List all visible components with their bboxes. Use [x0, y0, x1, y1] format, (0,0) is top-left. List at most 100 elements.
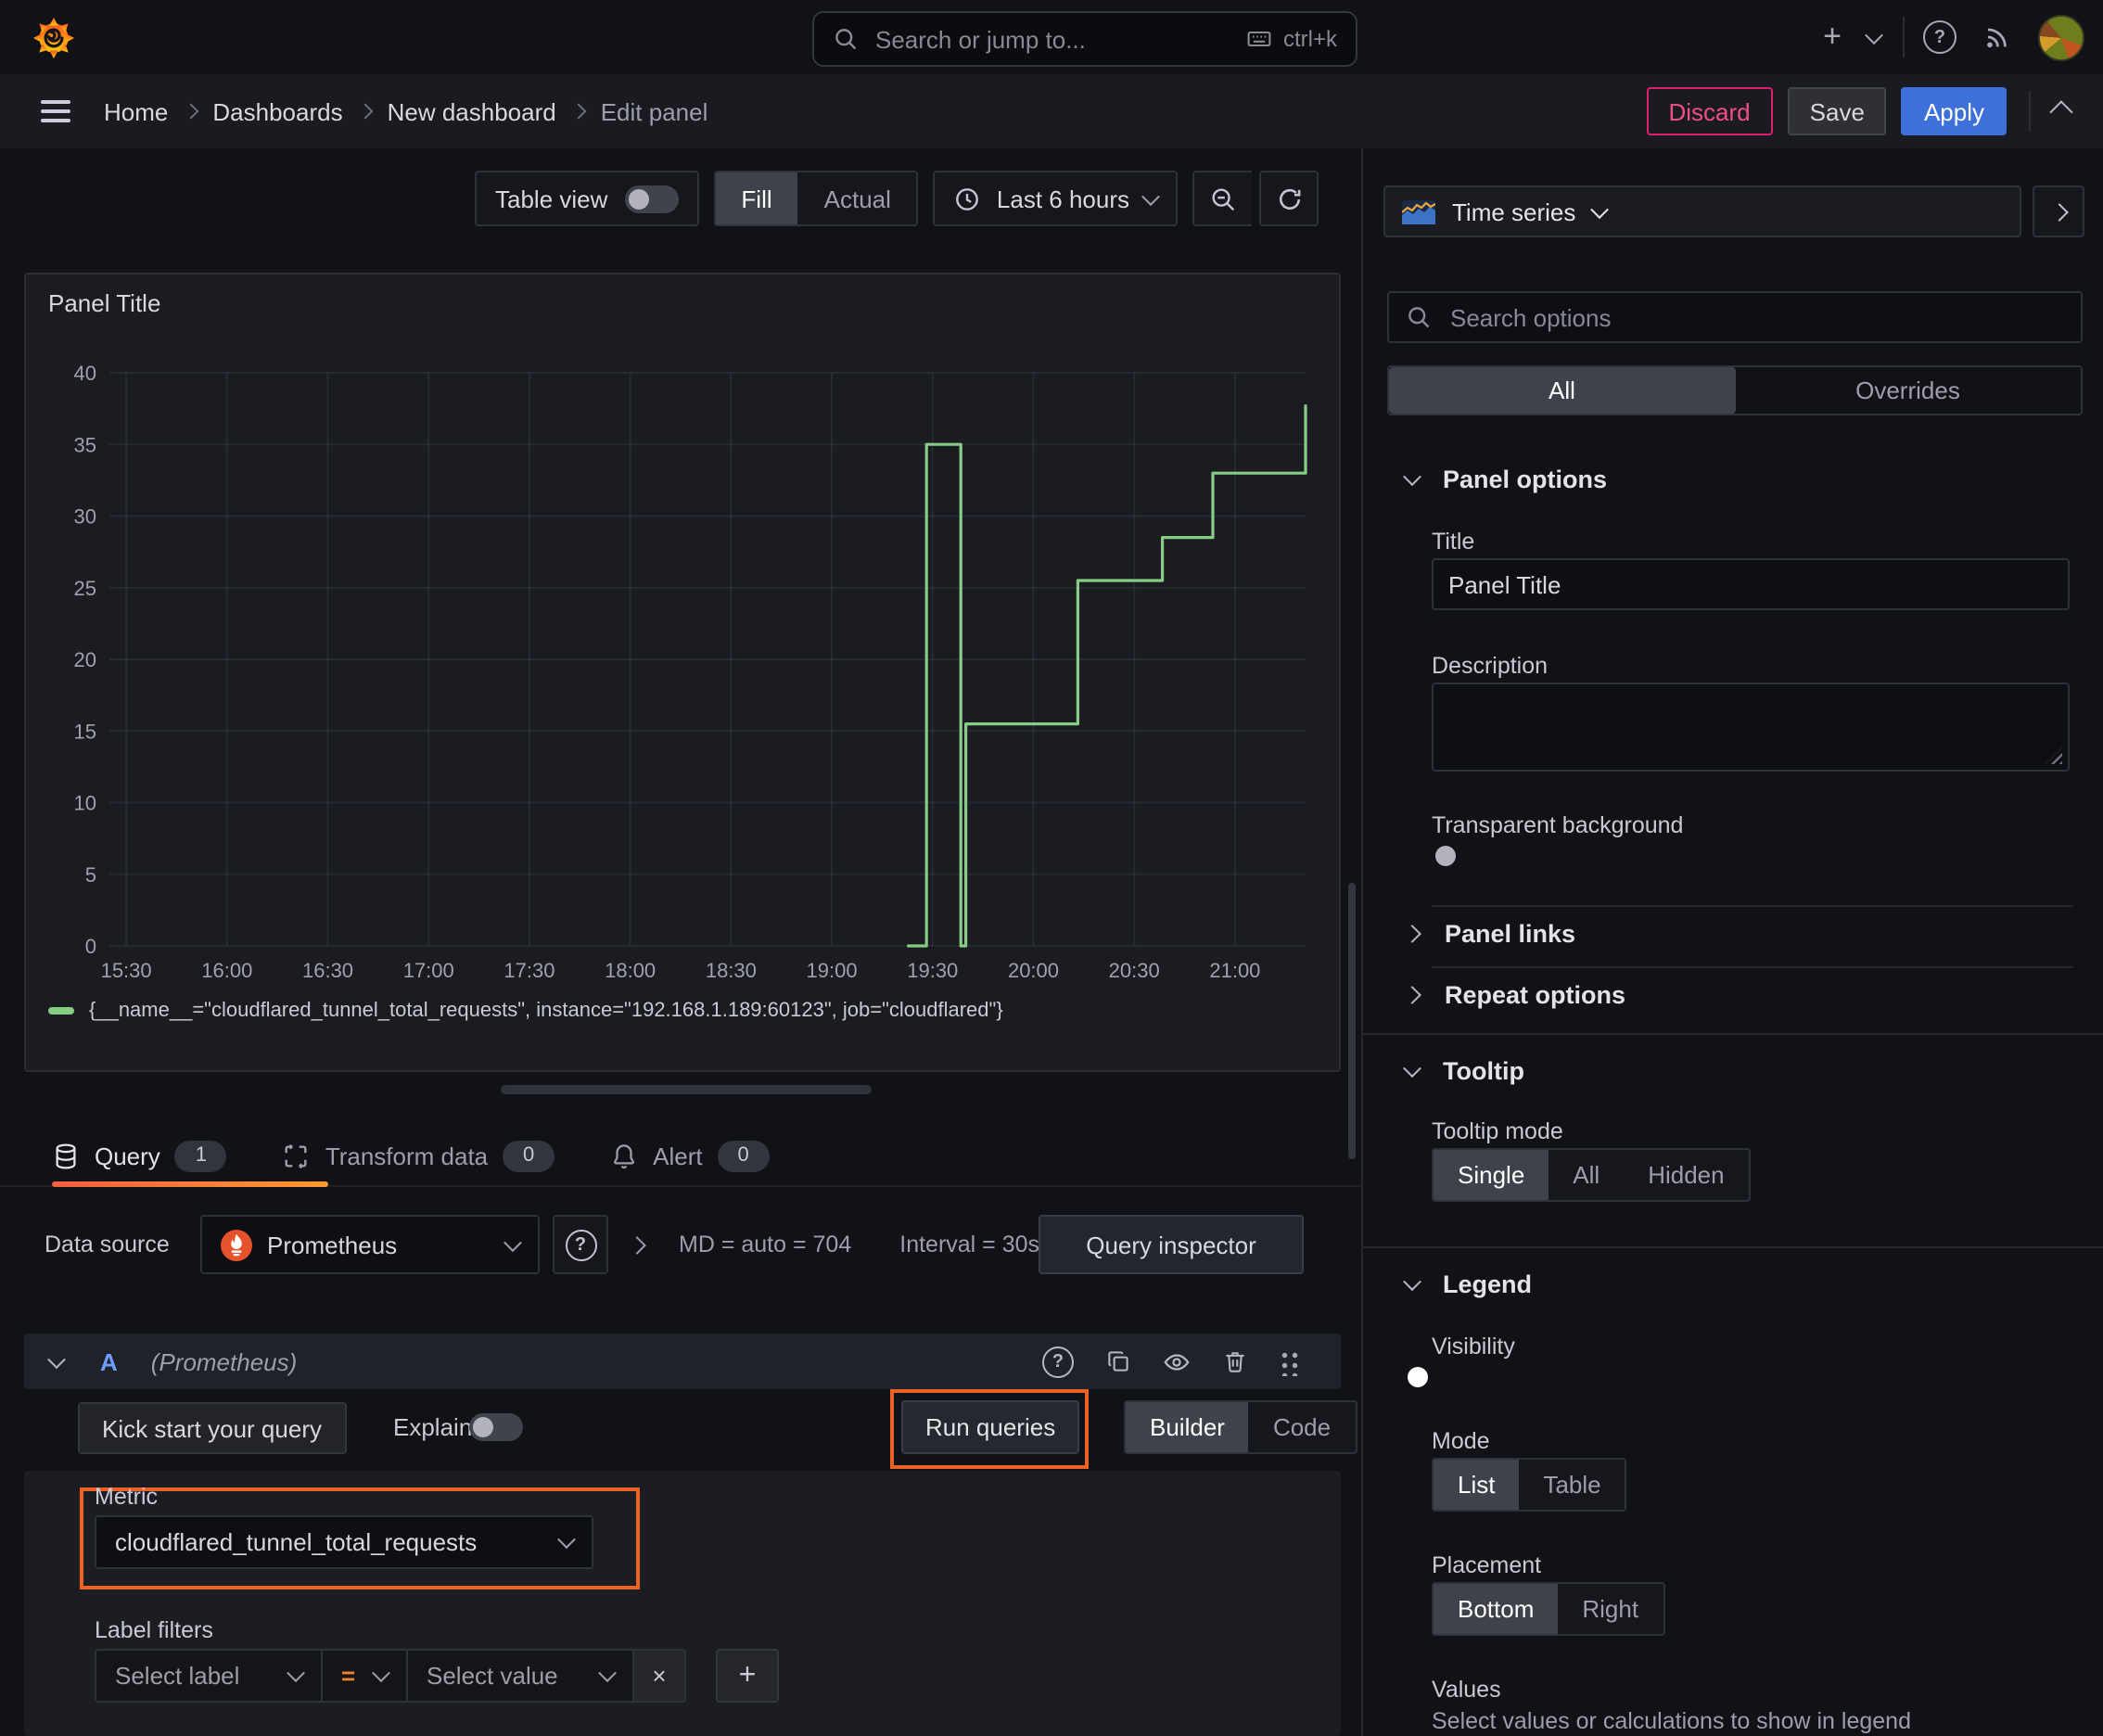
legend-section-header[interactable]: Legend: [1403, 1270, 1532, 1298]
search-input[interactable]: [872, 23, 1231, 55]
panel-options-section-header[interactable]: Panel options: [1403, 466, 1607, 493]
collapse-pane-button[interactable]: [2033, 185, 2084, 237]
query-stats: MD = auto = 704 Interval = 30s: [679, 1215, 1039, 1274]
query-datasource-name: (Prometheus): [150, 1347, 298, 1375]
panel-resize-handle[interactable]: [501, 1085, 872, 1094]
series-color-icon: [48, 1007, 74, 1015]
placement-label: Placement: [1432, 1552, 1542, 1578]
label-filter-row: Select label = Select value × +: [95, 1649, 779, 1703]
add-chevron-icon[interactable]: [1865, 25, 1883, 45]
tab-transform-data[interactable]: Transform data 0: [283, 1126, 555, 1185]
tooltip-all-option[interactable]: All: [1549, 1150, 1624, 1200]
transparent-bg-label: Transparent background: [1432, 812, 1684, 838]
table-view-label: Table view: [495, 185, 608, 212]
select-value-dropdown[interactable]: Select value: [408, 1649, 634, 1703]
code-option[interactable]: Code: [1249, 1402, 1355, 1452]
query-row-header[interactable]: A (Prometheus) ?: [24, 1334, 1341, 1389]
select-label-dropdown[interactable]: Select label: [95, 1649, 323, 1703]
chevron-down-icon: [287, 1664, 305, 1683]
refresh-button[interactable]: [1259, 171, 1319, 226]
query-inspector-button[interactable]: Query inspector: [1039, 1215, 1304, 1274]
svg-text:20: 20: [74, 648, 96, 671]
breadcrumb-dashboards[interactable]: Dashboards: [212, 97, 342, 125]
time-series-chart: 0 5 10 15 20 25 30 35 40 15:30 16:00 16:30 17:00 17:3…: [74, 362, 1307, 982]
save-button[interactable]: Save: [1787, 87, 1887, 135]
panel-title[interactable]: Panel Title: [48, 289, 160, 317]
tab-alert[interactable]: Alert 0: [610, 1126, 770, 1185]
database-icon: [52, 1142, 80, 1169]
fill-option[interactable]: Fill: [715, 172, 798, 224]
delete-query-icon[interactable]: [1222, 1348, 1248, 1374]
remove-filter-button[interactable]: ×: [634, 1649, 686, 1703]
breadcrumb-home[interactable]: Home: [104, 97, 168, 125]
operator-dropdown[interactable]: =: [323, 1649, 408, 1703]
repeat-options-section-header[interactable]: Repeat options: [1403, 981, 1625, 1009]
breadcrumb-separator-icon: [570, 103, 587, 120]
tab-all[interactable]: All: [1389, 367, 1735, 414]
grafana-logo-icon[interactable]: [30, 14, 78, 60]
global-search: ctrl+k: [812, 11, 1357, 67]
breadcrumb: Home Dashboards New dashboard Edit panel: [104, 97, 707, 125]
breadcrumb-separator-icon: [357, 103, 374, 120]
datasource-picker[interactable]: Prometheus: [200, 1215, 540, 1274]
placement-bottom-option[interactable]: Bottom: [1434, 1584, 1559, 1634]
add-filter-button[interactable]: +: [716, 1649, 779, 1703]
datasource-help-button[interactable]: ?: [553, 1215, 608, 1274]
active-tab-underline: [52, 1181, 328, 1187]
mode-table-option[interactable]: Table: [1519, 1460, 1625, 1510]
explain-toggle[interactable]: [469, 1413, 523, 1441]
apply-button[interactable]: Apply: [1901, 87, 2007, 135]
metric-select[interactable]: cloudflared_tunnel_total_requests: [95, 1515, 593, 1569]
mode-list-option[interactable]: List: [1434, 1460, 1520, 1510]
visualization-picker[interactable]: Time series: [1383, 185, 2021, 237]
panel-links-section-header[interactable]: Panel links: [1403, 920, 1575, 948]
tooltip-section-header[interactable]: Tooltip: [1403, 1057, 1524, 1085]
query-count-badge: 1: [174, 1140, 227, 1171]
avatar[interactable]: [2038, 14, 2084, 60]
collapse-editor-icon[interactable]: [2049, 99, 2073, 123]
collapse-query-icon[interactable]: [47, 1349, 66, 1369]
options-search-input[interactable]: [1447, 301, 2064, 333]
svg-text:20:30: 20:30: [1109, 959, 1160, 982]
tooltip-hidden-option[interactable]: Hidden: [1624, 1150, 1748, 1200]
tab-query[interactable]: Query 1: [52, 1126, 227, 1185]
tooltip-mode-segment: Single All Hidden: [1432, 1148, 1751, 1202]
breadcrumb-bar: Home Dashboards New dashboard Edit panel…: [0, 74, 2103, 150]
news-icon[interactable]: [1975, 15, 2020, 59]
options-pane: Time series All Overrides Panel options …: [1361, 148, 2103, 1736]
chevron-down-icon: [372, 1664, 390, 1683]
placement-right-option[interactable]: Right: [1558, 1584, 1663, 1634]
description-input[interactable]: [1432, 683, 2070, 772]
actual-option[interactable]: Actual: [798, 172, 917, 224]
search-icon: [1406, 304, 1432, 330]
legend-item[interactable]: {__name__="cloudflared_tunnel_total_requ…: [48, 1000, 1003, 1022]
add-icon[interactable]: +: [1816, 15, 1849, 59]
panel-title-input[interactable]: [1432, 558, 2070, 610]
time-range-picker[interactable]: Last 6 hours: [933, 171, 1178, 226]
menu-icon[interactable]: [41, 100, 70, 122]
duplicate-query-icon[interactable]: [1105, 1348, 1131, 1374]
tooltip-single-option[interactable]: Single: [1434, 1150, 1549, 1200]
expand-options-icon[interactable]: [628, 1235, 646, 1254]
breadcrumb-new-dashboard[interactable]: New dashboard: [388, 97, 556, 125]
query-help-icon[interactable]: ?: [1042, 1346, 1074, 1377]
datasource-label: Data source: [45, 1232, 170, 1257]
scrollbar-thumb[interactable]: [1348, 883, 1356, 1159]
svg-text:20:00: 20:00: [1008, 959, 1059, 982]
kickstart-button[interactable]: Kick start your query: [78, 1402, 346, 1454]
discard-button[interactable]: Discard: [1646, 87, 1773, 135]
chevron-down-icon: [1403, 467, 1421, 487]
svg-text:10: 10: [74, 792, 96, 815]
zoom-out-button[interactable]: [1192, 171, 1252, 226]
svg-text:30: 30: [74, 505, 96, 529]
hide-response-icon[interactable]: [1163, 1347, 1191, 1375]
table-view-toggle[interactable]: [624, 185, 679, 212]
help-icon[interactable]: ?: [1923, 20, 1956, 54]
values-label: Values: [1432, 1677, 1501, 1703]
builder-option[interactable]: Builder: [1126, 1402, 1249, 1452]
drag-handle-icon[interactable]: [1280, 1347, 1300, 1375]
interval-stat: Interval = 30s: [899, 1232, 1040, 1257]
run-queries-button[interactable]: Run queries: [901, 1400, 1080, 1454]
tab-overrides[interactable]: Overrides: [1735, 367, 2081, 414]
chevron-down-icon: [1403, 1059, 1421, 1079]
